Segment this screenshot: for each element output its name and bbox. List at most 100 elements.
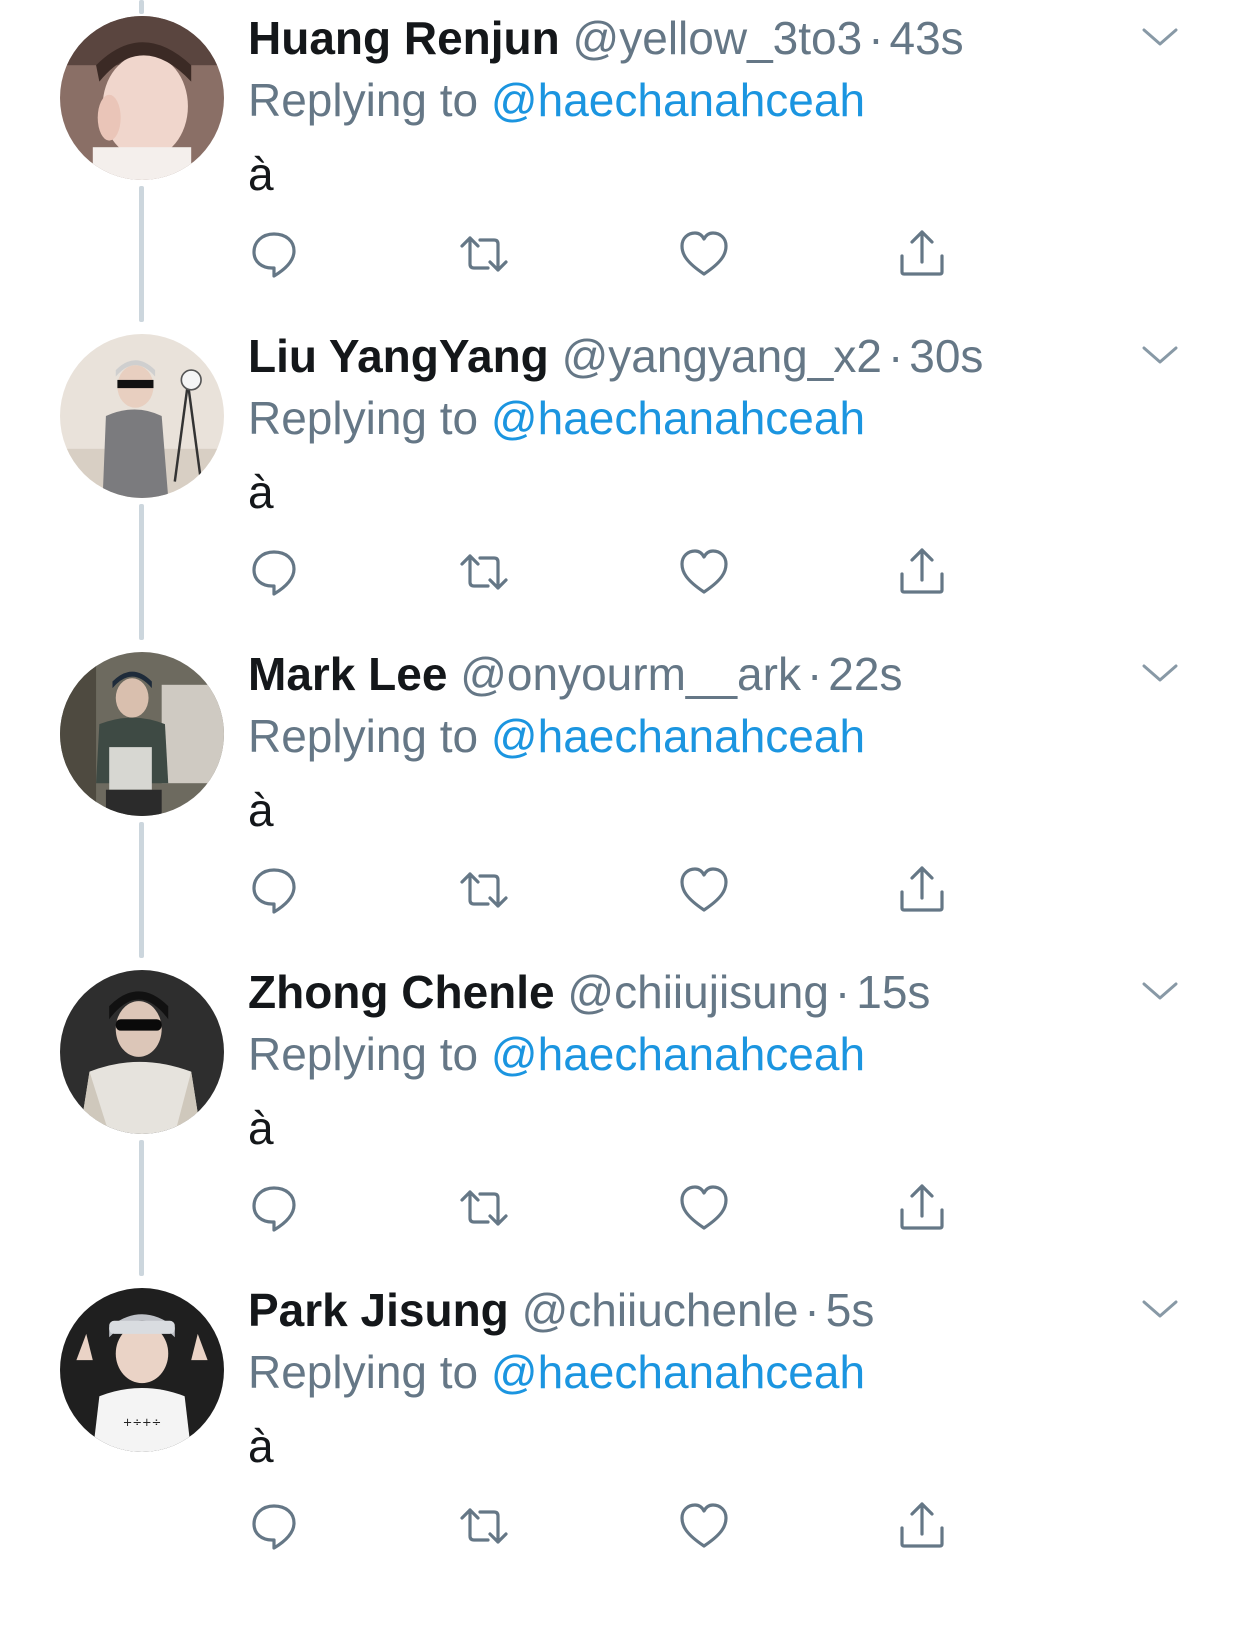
share-icon [900,230,944,276]
chevron-down-icon[interactable] [1140,976,1180,1006]
replying-to-line: Replying to @haechanahceah [248,1344,865,1400]
separator-dot: · [868,12,884,64]
like-button[interactable] [676,1180,732,1236]
reply-button[interactable] [246,226,302,282]
replying-to-mention[interactable]: @haechanahceah [491,710,865,762]
like-button[interactable] [676,1498,732,1554]
chevron-down-icon[interactable] [1140,22,1180,52]
timestamp[interactable]: 30s [909,330,983,382]
tweet-actions [248,1498,1008,1554]
tweet-actions [248,1180,1008,1236]
display-name[interactable]: Huang Renjun [248,12,560,64]
share-icon [900,866,944,912]
tweet[interactable]: Liu YangYang @yangyang_x2 · 30s Replying t… [0,318,1242,648]
reply-bubble-icon [252,232,296,278]
tweet-actions [248,862,1008,918]
timestamp[interactable]: 5s [826,1284,875,1336]
username-handle[interactable]: @yellow_3to3 [573,12,863,64]
tweet-header: Liu YangYang @yangyang_x2 · 30s [248,328,983,384]
avatar[interactable] [60,652,224,816]
display-name[interactable]: Liu YangYang [248,330,549,382]
tweet[interactable]: +÷+÷ Park Jisung @chiiuchenle · 5s Replyin… [0,1272,1242,1602]
avatar-image [60,652,224,816]
reply-bubble-icon [252,1186,296,1232]
replying-to-mention[interactable]: @haechanahceah [491,1028,865,1080]
share-button[interactable] [894,226,950,282]
username-handle[interactable]: @chiiujisung [567,966,829,1018]
chevron-down-icon[interactable] [1140,340,1180,370]
avatar[interactable] [60,970,224,1134]
like-button[interactable] [676,226,732,282]
retweet-icon [460,1508,508,1544]
avatar-image [60,16,224,180]
chevron-down-icon[interactable] [1140,658,1180,688]
tweet-header: Park Jisung @chiiuchenle · 5s [248,1282,874,1338]
tweet-text: à [248,466,274,518]
reply-button[interactable] [246,1498,302,1554]
tweet-actions [248,226,1008,282]
share-button[interactable] [894,544,950,600]
avatar-image: +÷+÷ [60,1288,224,1452]
replying-to-mention[interactable]: @haechanahceah [491,74,865,126]
share-icon [900,1502,944,1548]
chevron-down-icon[interactable] [1140,1294,1180,1324]
username-handle[interactable]: @yangyang_x2 [562,330,882,382]
avatar[interactable] [60,334,224,498]
like-button[interactable] [676,862,732,918]
reply-button[interactable] [246,862,302,918]
tweet[interactable]: Zhong Chenle @chiiujisung · 15s Replying t… [0,954,1242,1284]
display-name[interactable]: Park Jisung [248,1284,509,1336]
heart-icon [680,231,728,276]
avatar[interactable]: +÷+÷ [60,1288,224,1452]
reply-button[interactable] [246,544,302,600]
avatar-image [60,334,224,498]
share-button[interactable] [894,1498,950,1554]
replying-to-line: Replying to @haechanahceah [248,390,865,446]
share-button[interactable] [894,1180,950,1236]
avatar[interactable] [60,16,224,180]
replying-to-label: Replying to [248,1346,479,1398]
tweet-text: à [248,784,274,836]
tweet-actions [248,544,1008,600]
heart-icon [680,1185,728,1230]
avatar-image [60,970,224,1134]
replying-to-label: Replying to [248,710,479,762]
display-name[interactable]: Zhong Chenle [248,966,555,1018]
tweet-text: à [248,1420,274,1472]
replying-to-mention[interactable]: @haechanahceah [491,1346,865,1398]
reply-bubble-icon [252,550,296,596]
replying-to-line: Replying to @haechanahceah [248,1026,865,1082]
display-name[interactable]: Mark Lee [248,648,447,700]
retweet-button[interactable] [456,1498,512,1554]
replying-to-label: Replying to [248,1028,479,1080]
heart-icon [680,867,728,912]
tweet-text: à [248,1102,274,1154]
timestamp[interactable]: 43s [890,12,964,64]
retweet-icon [460,1190,508,1226]
retweet-button[interactable] [456,1180,512,1236]
timestamp[interactable]: 22s [828,648,902,700]
tweet-header: Zhong Chenle @chiiujisung · 15s [248,964,930,1020]
retweet-button[interactable] [456,226,512,282]
separator-dot: · [887,330,904,382]
share-button[interactable] [894,862,950,918]
retweet-icon [460,236,508,272]
username-handle[interactable]: @onyourm__ark [460,648,801,700]
tweet-header: Huang Renjun @yellow_3to3 · 43s [248,10,964,66]
replying-to-mention[interactable]: @haechanahceah [491,392,865,444]
tweet[interactable]: Huang Renjun @yellow_3to3 · 43s Replying t… [0,0,1242,330]
like-button[interactable] [676,544,732,600]
tweet-header: Mark Lee @onyourm__ark · 22s [248,646,902,702]
timestamp[interactable]: 15s [856,966,930,1018]
share-icon [900,548,944,594]
retweet-button[interactable] [456,862,512,918]
tweet[interactable]: Mark Lee @onyourm__ark · 22s Replying to @… [0,636,1242,966]
replying-to-line: Replying to @haechanahceah [248,708,865,764]
username-handle[interactable]: @chiiuchenle [522,1284,799,1336]
retweet-icon [460,554,508,590]
reply-button[interactable] [246,1180,302,1236]
heart-icon [680,1503,728,1548]
retweet-button[interactable] [456,544,512,600]
replying-to-line: Replying to @haechanahceah [248,72,865,128]
reply-bubble-icon [252,868,296,914]
